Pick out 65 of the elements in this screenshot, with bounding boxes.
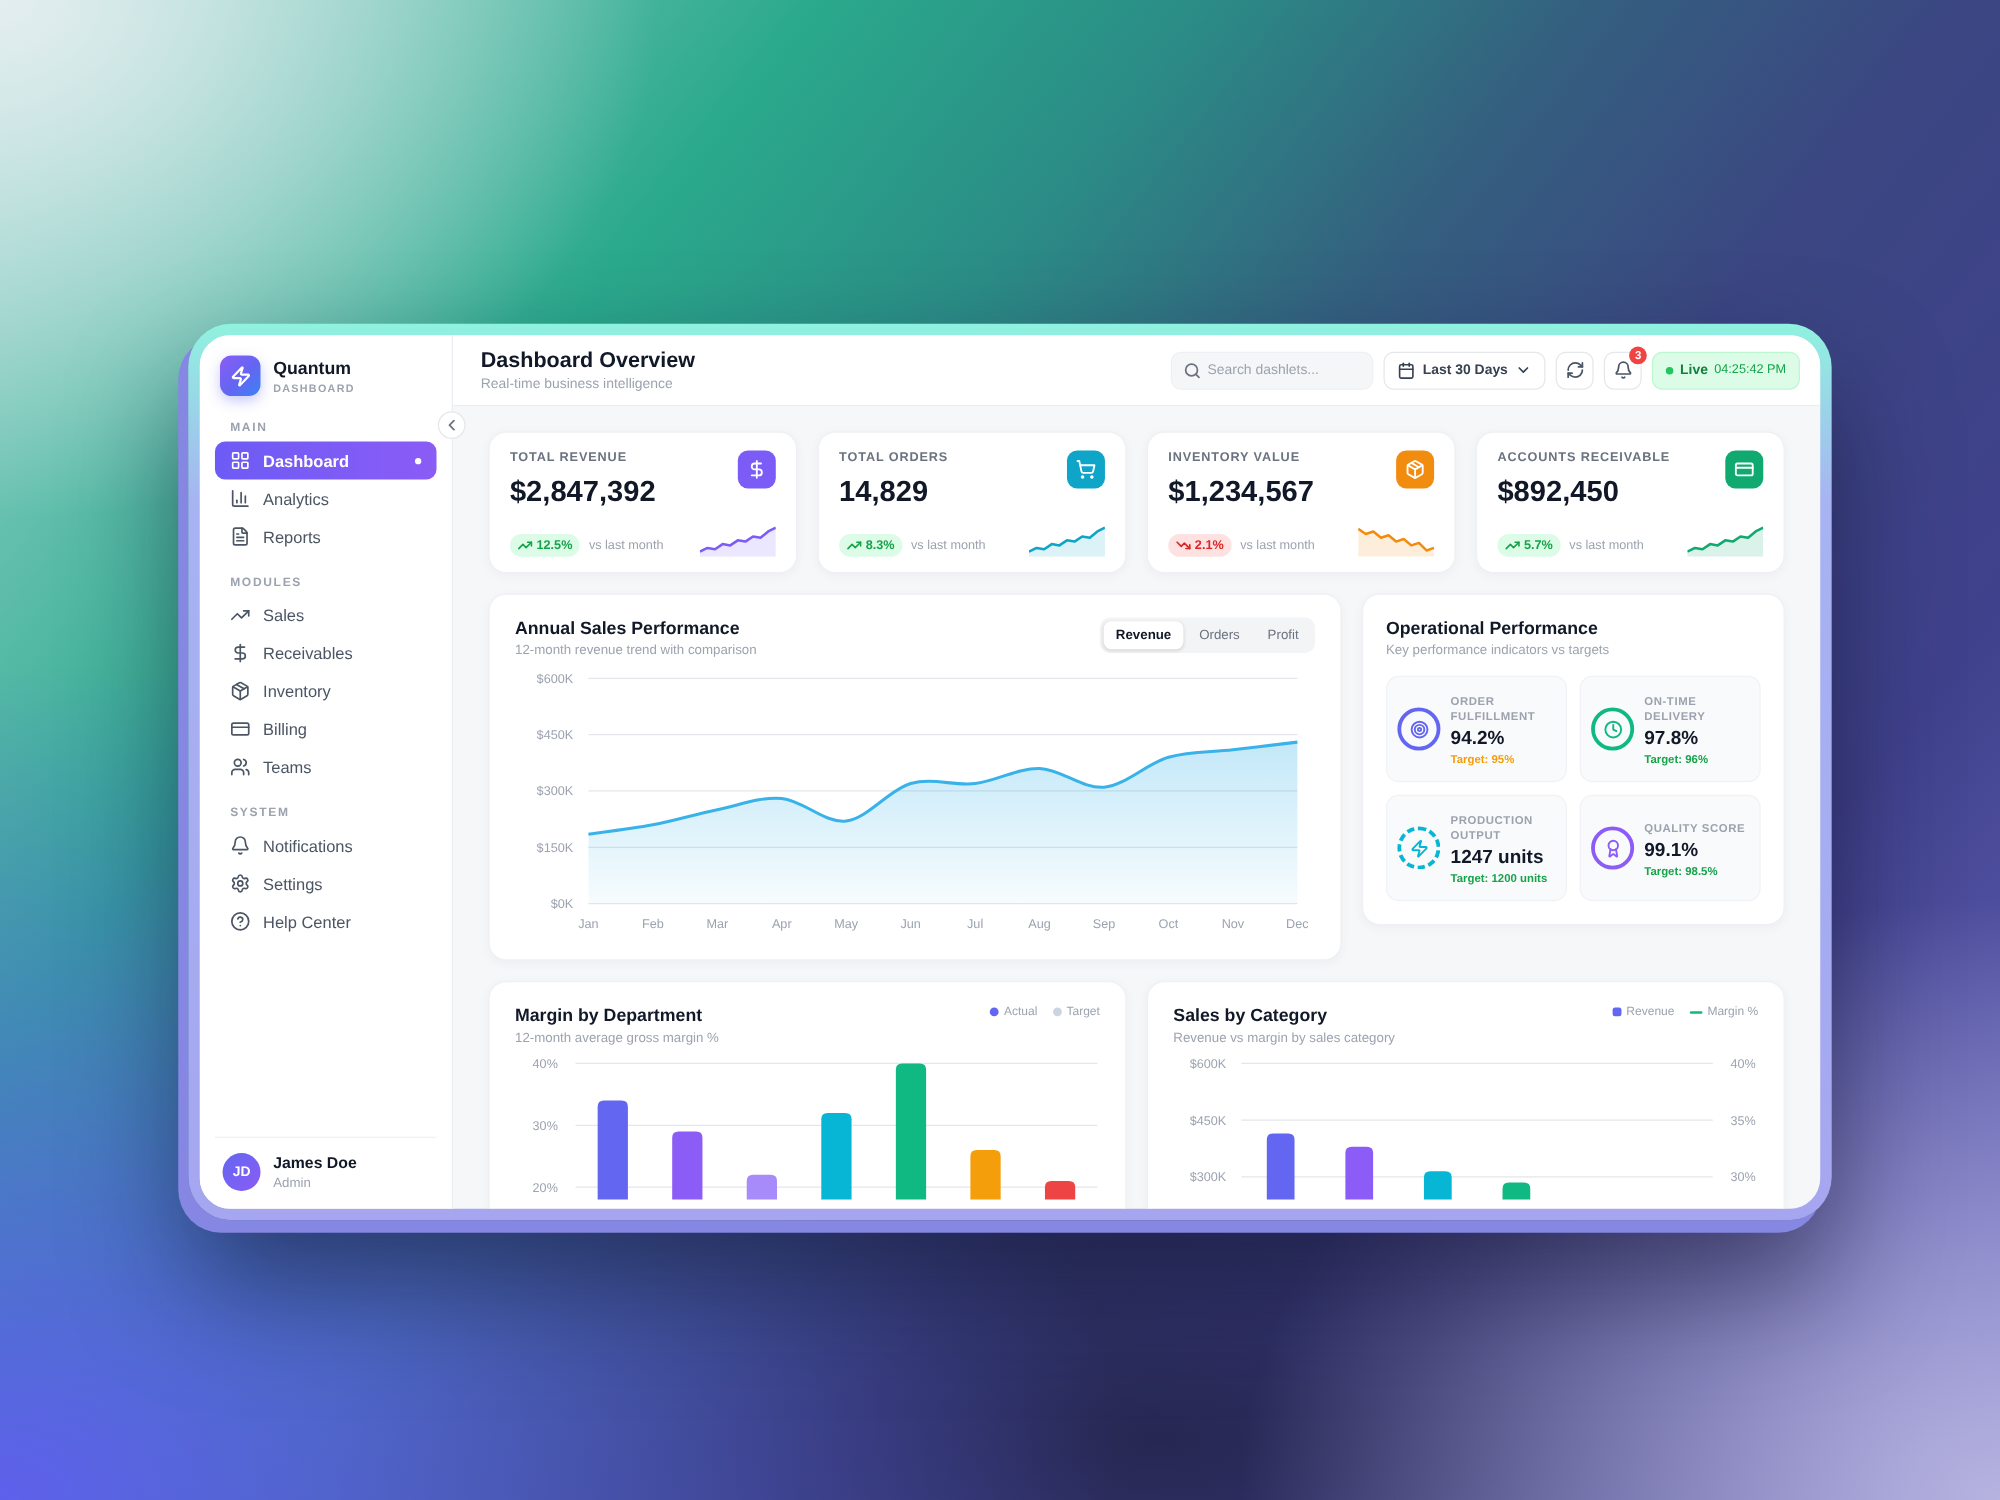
metric-value: 97.8% bbox=[1644, 727, 1701, 749]
nav-item[interactable]: Settings bbox=[214, 864, 437, 903]
metric-value: 1247 units bbox=[1450, 846, 1546, 868]
bar bbox=[1044, 1181, 1076, 1200]
dot-icon bbox=[415, 457, 422, 464]
bar bbox=[672, 1131, 703, 1200]
brand-name: Quantum bbox=[273, 357, 353, 378]
status-dot-icon bbox=[1666, 366, 1674, 374]
refresh-button[interactable] bbox=[1556, 351, 1594, 390]
sparkline bbox=[1358, 523, 1435, 557]
box-icon bbox=[230, 680, 251, 702]
people-icon bbox=[230, 756, 251, 778]
metric-value: 94.2% bbox=[1450, 727, 1507, 749]
nav-item[interactable]: Sales bbox=[214, 596, 437, 634]
sparkline bbox=[1687, 523, 1764, 557]
bar bbox=[746, 1174, 777, 1200]
dollar-icon bbox=[230, 642, 251, 664]
bar bbox=[1423, 1171, 1452, 1200]
grid-icon bbox=[230, 450, 251, 471]
kpi-value: $2,847,392 bbox=[509, 474, 656, 509]
nav-item[interactable]: Reports bbox=[214, 517, 437, 556]
settings-icon bbox=[230, 873, 251, 894]
bar bbox=[1266, 1133, 1295, 1200]
trend-up-icon bbox=[846, 537, 862, 553]
trend-up-icon bbox=[517, 537, 533, 553]
logo-icon bbox=[220, 355, 261, 396]
trend-up-icon bbox=[1505, 537, 1521, 553]
search-icon bbox=[1183, 361, 1202, 379]
trend-down-icon bbox=[1175, 537, 1192, 553]
sparkline bbox=[1029, 523, 1105, 557]
card-title: Operational Performance bbox=[1386, 617, 1600, 638]
nav-item[interactable]: Receivables bbox=[214, 634, 437, 672]
chart-title: Annual Sales Performance bbox=[515, 617, 742, 638]
kpi-value: 14,829 bbox=[839, 474, 931, 509]
trend-up-icon bbox=[230, 604, 251, 626]
caret-icon bbox=[1515, 361, 1532, 379]
help-icon bbox=[230, 911, 251, 932]
metric-value: 99.1% bbox=[1644, 838, 1701, 860]
sparkline bbox=[699, 523, 776, 557]
nav-item[interactable]: Analytics bbox=[214, 479, 437, 518]
bar bbox=[597, 1100, 628, 1200]
bar bbox=[821, 1112, 852, 1200]
bar bbox=[1345, 1146, 1374, 1200]
bar bbox=[1502, 1182, 1531, 1200]
nav-item[interactable]: Inventory bbox=[214, 672, 437, 710]
refresh-icon bbox=[1565, 360, 1585, 380]
nav-item[interactable]: Teams bbox=[214, 747, 437, 786]
page-title: Dashboard Overview bbox=[480, 347, 695, 374]
card-icon bbox=[230, 718, 251, 740]
nav-item[interactable]: Billing bbox=[214, 709, 437, 748]
nav-item[interactable]: Dashboard bbox=[214, 441, 437, 480]
kpi-value: $892,450 bbox=[1497, 474, 1621, 509]
bar bbox=[970, 1150, 1001, 1200]
calendar-icon bbox=[1397, 361, 1416, 379]
nav-item[interactable]: Help Center bbox=[214, 902, 437, 941]
bar-chart-icon bbox=[230, 488, 251, 509]
collapse-button[interactable] bbox=[437, 411, 466, 440]
bell-icon bbox=[1613, 360, 1633, 380]
bell-icon bbox=[230, 835, 251, 856]
kpi-value: $1,234,567 bbox=[1168, 474, 1314, 509]
bar bbox=[895, 1063, 927, 1200]
document-icon bbox=[230, 526, 251, 547]
nav-item[interactable]: Notifications bbox=[214, 826, 437, 865]
chart-title: Sales by Category bbox=[1173, 1004, 1329, 1026]
chart-title: Margin by Department bbox=[515, 1004, 705, 1026]
